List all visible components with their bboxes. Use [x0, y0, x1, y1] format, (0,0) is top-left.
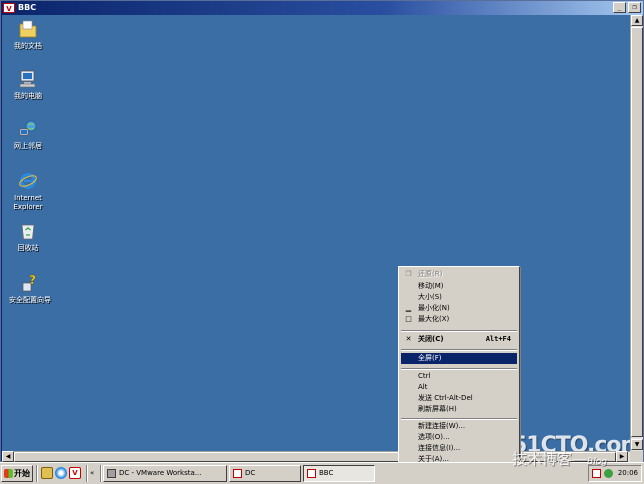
- window-title: BBC: [18, 3, 37, 12]
- my-documents-icon: [19, 20, 37, 38]
- menu-item-send-ctrl-alt-del[interactable]: 发送 Ctrl-Alt-Del: [401, 393, 517, 404]
- vmware-icon: [107, 469, 116, 478]
- security-wizard-icon: ?: [22, 273, 36, 292]
- task-label: BBC: [319, 469, 334, 477]
- maximize-icon: □: [405, 315, 412, 323]
- menu-item-label: 关闭(C): [418, 335, 444, 343]
- rdp-tray-icon[interactable]: [592, 469, 601, 478]
- menu-item-label: 刷新屏幕(H): [418, 405, 457, 413]
- desktop-icon-label: Internet Explorer: [13, 194, 43, 211]
- menu-item-label: 连接信息(I)...: [418, 444, 461, 452]
- desktop-icon-label: 安全配置向导: [9, 296, 51, 304]
- scroll-left-arrow-icon[interactable]: ◀: [2, 451, 14, 462]
- menu-item-label: 选项(O)...: [418, 433, 450, 441]
- network-tray-icon[interactable]: [604, 469, 613, 478]
- menu-item-move[interactable]: 移动(M): [401, 281, 517, 292]
- desktop-icon-label: 我的文档: [14, 42, 42, 50]
- menu-item-label: 还原(R): [418, 270, 443, 278]
- menu-item-alt[interactable]: Alt: [401, 382, 517, 393]
- remote-desktop[interactable]: 我的文档 我的电脑 网上邻居 Internet Explorer 回收站 ? 安…: [0, 15, 643, 458]
- watermark-blog: 技术博客—Blog: [512, 448, 607, 469]
- rdp-icon: [233, 469, 242, 478]
- restore-icon: ❐: [405, 270, 412, 278]
- menu-item-ctrl[interactable]: Ctrl: [401, 371, 517, 382]
- internet-explorer-icon: [19, 173, 37, 189]
- watermark-blog-text: 技术博客: [512, 450, 573, 468]
- menu-item-options[interactable]: 选项(O)...: [401, 432, 517, 443]
- taskbar-divider: [36, 465, 38, 482]
- system-context-menu: ❐ 还原(R) 移动(M) 大小(S) ▁ 最小化(N) □ 最大化(X) ✕ …: [398, 266, 520, 466]
- restore-button[interactable]: ❐: [628, 2, 641, 13]
- desktop-icon-my-documents[interactable]: 我的文档: [0, 19, 56, 51]
- taskbar-button-vmware[interactable]: DC - VMware Worksta...: [103, 465, 227, 482]
- rdp-window: V BBC _ ❐ 我的文档 我的电脑 网上邻居 Internet Explor…: [0, 0, 644, 462]
- menu-item-refresh-screen[interactable]: 刷新屏幕(H): [401, 404, 517, 415]
- menu-separator: [401, 349, 517, 351]
- taskbar-divider: [86, 465, 88, 482]
- svg-text:?: ?: [29, 273, 36, 287]
- desktop-icon-my-computer[interactable]: 我的电脑: [0, 69, 56, 101]
- menu-item-fullscreen[interactable]: 全屏(F): [401, 353, 517, 364]
- watermark-blog-suffix: Blog: [587, 457, 607, 467]
- menu-item-label: 发送 Ctrl-Alt-Del: [418, 394, 473, 402]
- scrollbar-corner: [630, 451, 643, 462]
- task-label: DC - VMware Worksta...: [119, 469, 202, 477]
- minimize-button[interactable]: _: [613, 2, 626, 13]
- recycle-bin-icon: [21, 224, 35, 240]
- menu-item-label: 大小(S): [418, 293, 442, 301]
- watermark-blog-dash: —: [572, 450, 588, 468]
- windows-flag-icon: [4, 469, 13, 478]
- quicklaunch-overflow-icon[interactable]: «: [90, 467, 98, 479]
- menu-item-new-connection[interactable]: 新建连接(W)...: [401, 421, 517, 432]
- taskbar-divider: [100, 465, 102, 482]
- menu-separator: [401, 418, 517, 420]
- close-icon: ✕: [405, 335, 412, 343]
- menu-item-label: 新建连接(W)...: [418, 422, 466, 430]
- title-bar[interactable]: V BBC _ ❐: [1, 1, 643, 15]
- minimize-icon: ▁: [405, 304, 412, 312]
- desktop-icon-label: 网上邻居: [14, 142, 42, 150]
- taskbar-button-bbc[interactable]: BBC: [303, 465, 375, 482]
- menu-item-label: Ctrl: [418, 372, 431, 380]
- menu-item-label: 最小化(N): [418, 304, 450, 312]
- my-computer-icon: [19, 70, 36, 88]
- start-label: 开始: [14, 469, 30, 478]
- menu-item-restore[interactable]: ❐ 还原(R): [401, 269, 517, 280]
- menu-separator: [401, 330, 517, 332]
- desktop-icon-label: 回收站: [17, 244, 39, 252]
- menu-item-label: 最大化(X): [418, 315, 450, 323]
- taskbar-button-dc[interactable]: DC: [229, 465, 301, 482]
- network-places-icon: [19, 120, 37, 136]
- menu-item-maximize[interactable]: □ 最大化(X): [401, 314, 517, 325]
- scroll-right-arrow-icon[interactable]: ▶: [616, 451, 628, 462]
- desktop-icon-label: 我的电脑: [14, 92, 42, 100]
- task-label: DC: [245, 469, 256, 477]
- menu-item-minimize[interactable]: ▁ 最小化(N): [401, 303, 517, 314]
- app-icon[interactable]: V: [3, 3, 15, 13]
- rdp-icon: [307, 469, 316, 478]
- vertical-scroll-thumb[interactable]: [631, 27, 643, 437]
- ie-quicklaunch-icon[interactable]: [55, 467, 67, 479]
- desktop-icon-security-wizard[interactable]: ? 安全配置向导: [0, 273, 60, 305]
- show-desktop-icon[interactable]: [41, 467, 53, 479]
- scroll-up-arrow-icon[interactable]: ▲: [631, 15, 643, 26]
- menu-item-connection-info[interactable]: 连接信息(I)...: [401, 443, 517, 454]
- menu-item-size[interactable]: 大小(S): [401, 292, 517, 303]
- vertical-scrollbar[interactable]: ▲ ▼: [630, 15, 643, 451]
- start-button[interactable]: 开始: [1, 465, 33, 482]
- clock[interactable]: 20:06: [618, 466, 638, 481]
- scroll-down-arrow-icon[interactable]: ▼: [631, 439, 643, 450]
- menu-item-close[interactable]: ✕ 关闭(C) Alt+F4: [401, 334, 517, 345]
- rdp-quicklaunch-icon[interactable]: V: [69, 467, 81, 479]
- menu-item-label: 移动(M): [418, 282, 444, 290]
- desktop-icon-internet-explorer[interactable]: Internet Explorer: [0, 171, 56, 212]
- menu-item-label: 全屏(F): [418, 354, 442, 362]
- desktop-icon-network-places[interactable]: 网上邻居: [0, 119, 56, 151]
- menu-separator: [401, 368, 517, 370]
- desktop-icon-recycle-bin[interactable]: 回收站: [0, 221, 56, 253]
- menu-item-label: Alt: [418, 383, 428, 391]
- menu-item-shortcut: Alt+F4: [485, 335, 511, 343]
